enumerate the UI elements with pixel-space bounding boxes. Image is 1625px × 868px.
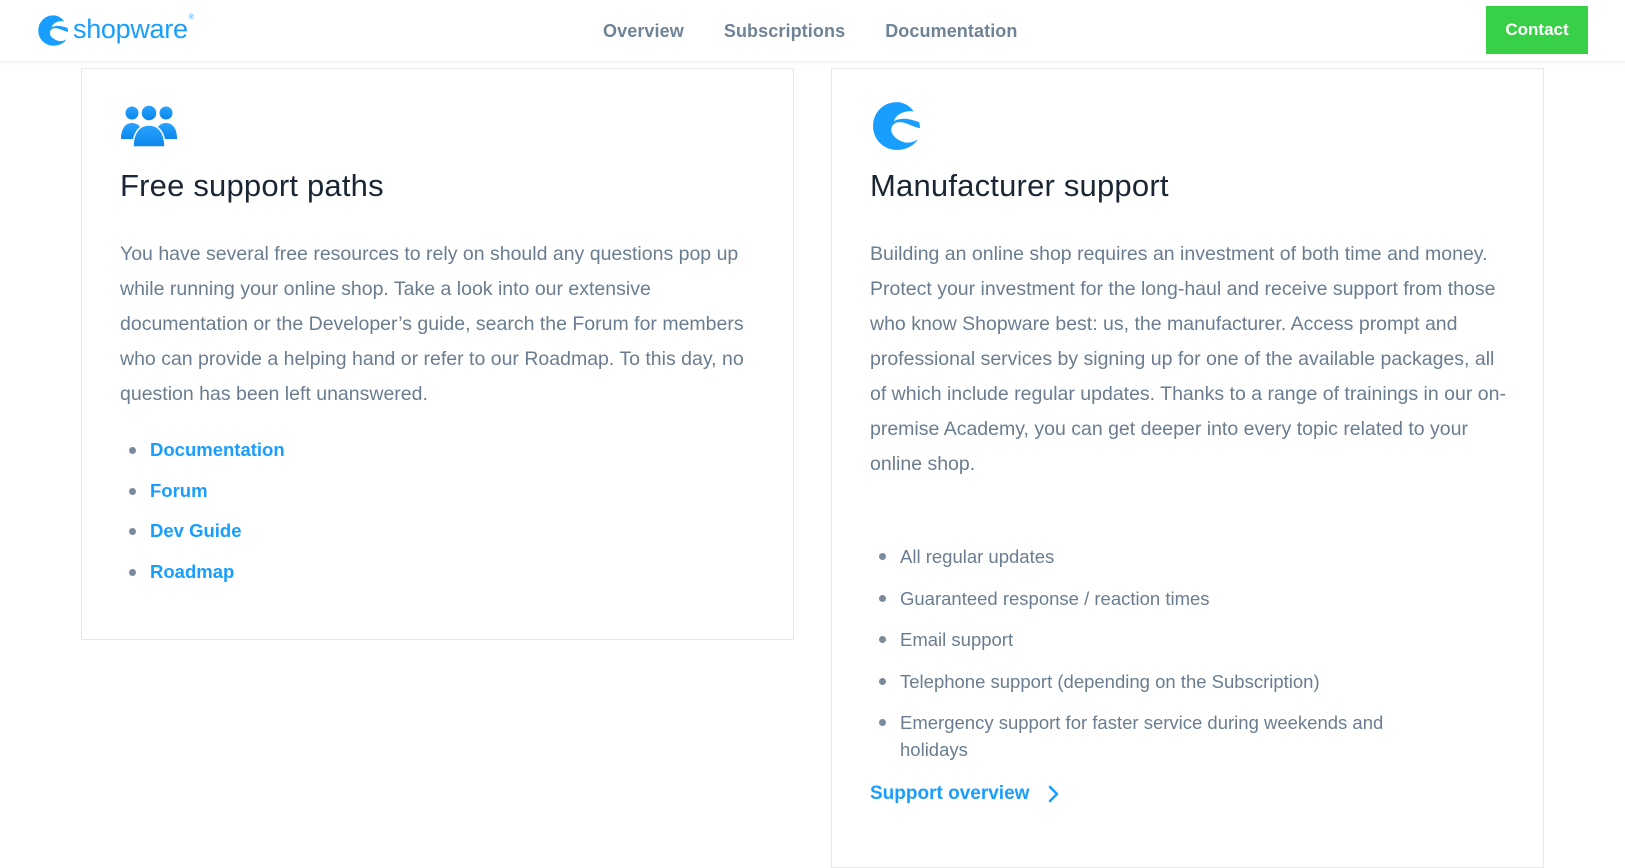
nav-documentation[interactable]: Documentation	[885, 18, 1017, 44]
list-item: Forum	[120, 478, 285, 519]
support-overview-label: Support overview	[870, 783, 1030, 804]
card-title: Manufacturer support	[870, 168, 1169, 203]
list-item: Emergency support for faster service dur…	[870, 709, 1430, 763]
support-overview-link[interactable]: Support overview	[870, 783, 1061, 805]
main-nav: Overview Subscriptions Documentation	[603, 18, 1058, 44]
list-item: Roadmap	[120, 559, 285, 600]
contact-button[interactable]: Contact	[1486, 6, 1588, 54]
site-header: shopware ® Overview Subscriptions Docume…	[0, 0, 1625, 62]
users-group-icon	[120, 103, 178, 152]
free-resources-list: Documentation Forum Dev Guide Roadmap	[120, 437, 285, 600]
list-item: Telephone support (depending on the Subs…	[870, 668, 1470, 695]
manufacturer-support-card: Manufacturer support Building an online …	[831, 68, 1544, 868]
card-title: Free support paths	[120, 168, 384, 203]
card-description: You have several free resources to rely …	[120, 243, 744, 405]
forum-link[interactable]: Forum	[150, 480, 208, 501]
roadmap-link[interactable]: Roadmap	[150, 561, 234, 582]
free-support-card: Free support paths You have several free…	[81, 68, 794, 640]
list-item: Dev Guide	[120, 518, 285, 559]
chevron-right-icon	[1049, 785, 1059, 803]
nav-subscriptions[interactable]: Subscriptions	[724, 18, 845, 44]
documentation-link[interactable]: Documentation	[150, 439, 285, 460]
card-description: Building an online shop requires an inve…	[870, 243, 1506, 475]
features-list: All regular updates Guaranteed response …	[870, 543, 1470, 778]
logo-text: shopware	[73, 13, 188, 44]
list-item: Guaranteed response / reaction times	[870, 585, 1470, 612]
shopware-logo-icon	[871, 100, 923, 157]
list-item: All regular updates	[870, 543, 1470, 570]
nav-overview[interactable]: Overview	[603, 18, 684, 44]
dev-guide-link[interactable]: Dev Guide	[150, 520, 242, 541]
list-item: Email support	[870, 626, 1470, 653]
shopware-logo[interactable]: shopware ®	[37, 13, 194, 47]
list-item: Documentation	[120, 437, 285, 478]
shopware-logo-icon	[38, 14, 69, 46]
registered-mark: ®	[188, 13, 194, 21]
